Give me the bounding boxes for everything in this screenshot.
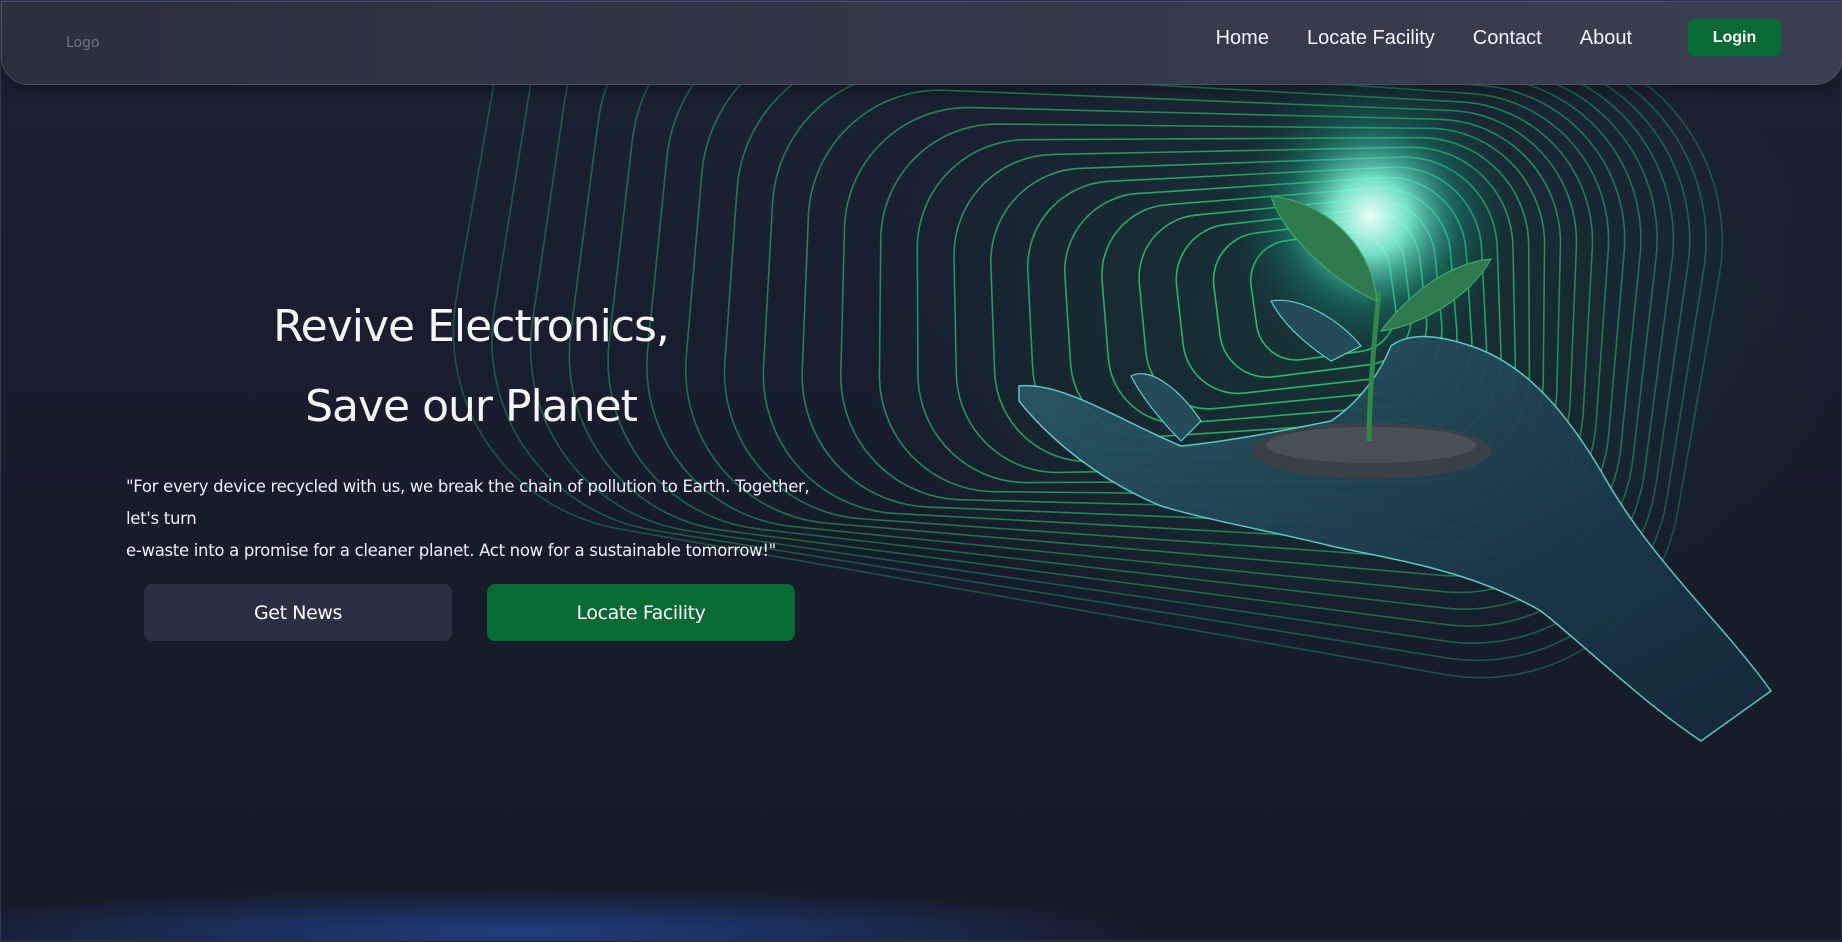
nav-contact[interactable]: Contact (1473, 26, 1542, 50)
hand-shape (1018, 335, 1773, 742)
nav-links: Home Locate Facility Contact About (1216, 26, 1632, 50)
hero-quote-line-1: "For every device recycled with us, we b… (126, 477, 810, 528)
nav-locate-facility[interactable]: Locate Facility (1307, 26, 1435, 50)
top-navbar: Logo Home Locate Facility Contact About … (1, 1, 1842, 85)
login-button[interactable]: Login (1688, 19, 1781, 56)
glow-orb (1221, 66, 1521, 366)
hero-quote-line-2: e-waste into a promise for a cleaner pla… (126, 541, 776, 560)
get-news-button[interactable]: Get News (144, 584, 452, 641)
nav-about[interactable]: About (1580, 26, 1632, 50)
locate-facility-button[interactable]: Locate Facility (487, 584, 795, 641)
hero-quote: "For every device recycled with us, we b… (126, 471, 826, 567)
logo[interactable]: Logo (66, 35, 100, 51)
page: Logo Home Locate Facility Contact About … (0, 0, 1842, 941)
hero-title-line-1: Revive Electronics, (273, 301, 670, 352)
nav-home[interactable]: Home (1216, 26, 1269, 50)
hero-title-line-2: Save our Planet (305, 381, 638, 432)
